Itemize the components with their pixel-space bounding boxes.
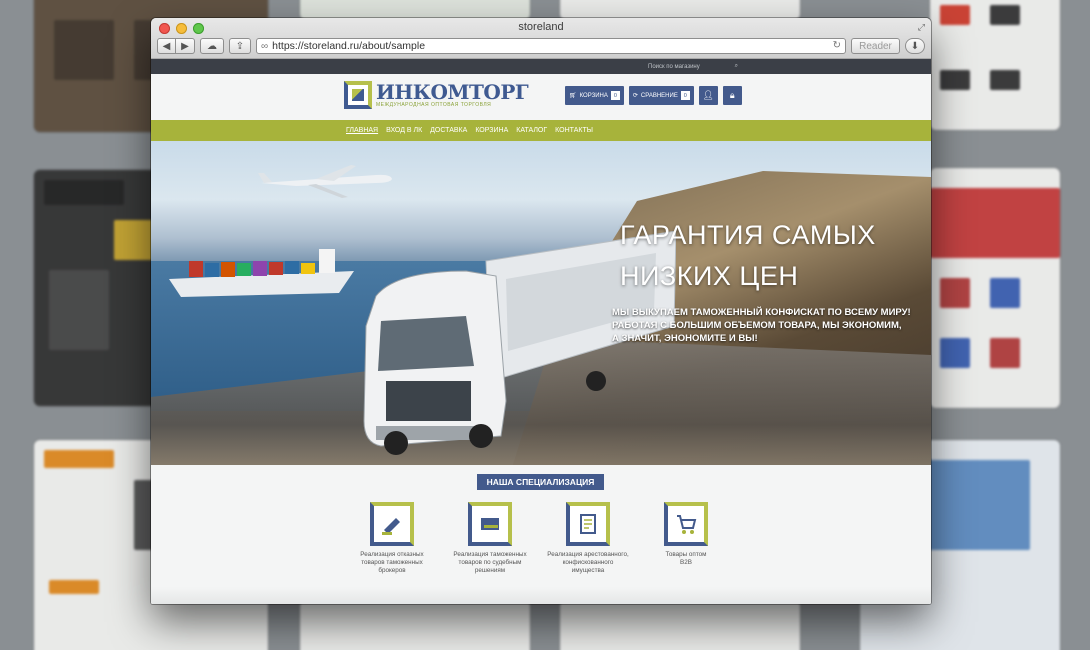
cart-button[interactable]: 🛒︎ КОРЗИНА 0 <box>565 86 624 105</box>
specialization-item-line-1: Реализация таможенных <box>453 551 527 558</box>
logo-mark-icon <box>344 81 372 109</box>
hero-banner[interactable]: ГАРАНТИЯ САМЫХ НИЗКИХ ЦЕН МЫ ВЫКУПАЕМ ТА… <box>151 141 931 465</box>
site-header: ИНКОМТОРГ МЕЖДУНАРОДНАЯ ОПТОВАЯ ТОРГОВЛЯ… <box>151 74 931 120</box>
specialization-item-line-1: Реализация арестованного, <box>547 551 629 558</box>
cart-icon <box>664 502 708 546</box>
account-button[interactable]: 👤︎ <box>698 86 718 105</box>
reader-button[interactable]: Reader <box>851 38 900 54</box>
specialization-item-line-2: B2B <box>680 559 692 566</box>
share-icon: ⇪ <box>235 40 245 52</box>
hero-subtitle-line-2: РАБОТАЯ С БОЛЬШИМ ОБЪЕМОМ ТОВАРА, МЫ ЭКО… <box>612 320 902 331</box>
fullscreen-icon[interactable]: ⤢ <box>918 22 925 33</box>
browser-toolbar: ◀ ▶ ☁ ⇪ ∞ https://storeland.ru/about/sam… <box>157 37 925 55</box>
gavel-icon <box>468 502 512 546</box>
thumbnail-site-4 <box>930 0 1060 130</box>
section-divider <box>151 587 931 604</box>
window-title: storeland <box>518 21 564 33</box>
back-button[interactable]: ◀ <box>157 38 176 54</box>
menu-item-catalog[interactable]: КАТАЛОГ <box>516 127 547 134</box>
compare-count: 0 <box>680 91 690 100</box>
compare-button[interactable]: ⟳ СРАВНЕНИЕ 0 <box>628 86 694 105</box>
hero-subtitle-line-3: А ЗНАЧИТ, ЭНОНОМИТЕ И ВЫ! <box>612 333 758 344</box>
airplane-illustration <box>258 165 392 198</box>
thumbnail-site-6 <box>930 168 1060 408</box>
menu-item-login[interactable]: ВХОД В ЛК <box>386 127 422 134</box>
stamp-icon <box>370 502 414 546</box>
reload-icon[interactable]: ↻ <box>833 40 841 51</box>
search-input[interactable]: Поиск по магазину <box>648 64 700 70</box>
specialization-item[interactable]: Реализация арестованного, конфискованног… <box>547 502 629 575</box>
specialization-item[interactable]: Товары оптом B2B <box>645 502 727 575</box>
specialization-item-line-1: Товары оптом <box>665 551 707 558</box>
url-text: https://storeland.ru/about/sample <box>272 40 426 52</box>
specialization-section: НАША СПЕЦИАЛИЗАЦИЯ Реализация отказных т… <box>151 465 931 604</box>
logo-name: ИНКОМТОРГ <box>376 80 529 104</box>
thumbnail-site-3 <box>560 0 800 20</box>
address-bar[interactable]: ∞ https://storeland.ru/about/sample ↻ <box>256 38 846 54</box>
cart-count: 0 <box>610 91 620 100</box>
main-menu: ГЛАВНАЯ ВХОД В ЛК ДОСТАВКА КОРЗИНА КАТАЛ… <box>151 120 931 141</box>
hero-title-line-1: ГАРАНТИЯ САМЫХ <box>620 220 876 250</box>
cart-label: КОРЗИНА <box>579 92 608 99</box>
cloud-icon: ☁ <box>207 40 217 52</box>
forward-button[interactable]: ▶ <box>176 38 195 54</box>
login-button[interactable]: 🔒︎ <box>722 86 742 105</box>
specialization-item-line-2: товаров по судебным <box>458 559 522 566</box>
browser-window: storeland ⤢ ◀ ▶ ☁ ⇪ ∞ https://storeland.… <box>151 18 931 604</box>
menu-item-cart[interactable]: КОРЗИНА <box>475 127 508 134</box>
nav-buttons: ◀ ▶ <box>157 38 195 54</box>
cargo-ship-illustration <box>169 249 354 297</box>
menu-item-delivery[interactable]: ДОСТАВКА <box>430 127 467 134</box>
compare-label: СРАВНЕНИЕ <box>640 92 678 99</box>
menu-item-contacts[interactable]: КОНТАКТЫ <box>555 127 593 134</box>
web-page: Поиск по магазину ⌕ ИНКОМТОРГ МЕЖДУНАРОД… <box>151 59 931 604</box>
link-icon: ∞ <box>261 40 269 52</box>
back-arrow-icon: ◀ <box>162 40 171 52</box>
thumbnail-site-9 <box>560 600 800 650</box>
thumbnail-site-2 <box>300 0 530 20</box>
lock-icon: 🔒︎ <box>729 90 735 100</box>
specialization-title: НАША СПЕЦИАЛИЗАЦИЯ <box>469 474 612 490</box>
specialization-item-line-3: брокеров <box>378 567 406 574</box>
hero-title: ГАРАНТИЯ САМЫХ НИЗКИХ ЦЕН <box>620 215 920 297</box>
hero-subtitle-line-1: МЫ ВЫКУПАЕМ ТАМОЖЕННЫЙ КОНФИСКАТ ПО ВСЕМ… <box>612 307 911 318</box>
downloads-button[interactable]: ⬇ <box>905 38 925 54</box>
title-bar: storeland ⤢ ◀ ▶ ☁ ⇪ ∞ https://storeland.… <box>151 18 931 59</box>
specialization-list: Реализация отказных товаров таможенных б… <box>351 502 727 575</box>
specialization-item-line-2: товаров таможенных <box>361 559 423 566</box>
refresh-icon: ⟳ <box>632 93 638 99</box>
icloud-button[interactable]: ☁ <box>200 38 224 54</box>
search-icon[interactable]: ⌕ <box>735 63 738 70</box>
header-buttons: 🛒︎ КОРЗИНА 0 ⟳ СРАВНЕНИЕ 0 👤︎ 🔒︎ <box>565 86 742 105</box>
site-logo[interactable]: ИНКОМТОРГ МЕЖДУНАРОДНАЯ ОПТОВАЯ ТОРГОВЛЯ <box>344 80 529 109</box>
site-search[interactable]: Поиск по магазину ⌕ <box>648 61 738 72</box>
forward-arrow-icon: ▶ <box>181 40 189 52</box>
site-topbar: Поиск по магазину ⌕ <box>151 59 931 74</box>
user-icon: 👤︎ <box>702 90 715 100</box>
hero-title-line-2: НИЗКИХ ЦЕН <box>620 261 799 291</box>
specialization-item[interactable]: Реализация таможенных товаров по судебны… <box>449 502 531 575</box>
specialization-item[interactable]: Реализация отказных товаров таможенных б… <box>351 502 433 575</box>
thumbnail-site-8 <box>300 600 530 650</box>
document-icon <box>566 502 610 546</box>
cart-icon: 🛒︎ <box>569 93 577 99</box>
specialization-item-line-1: Реализация отказных <box>360 551 424 558</box>
menu-item-home[interactable]: ГЛАВНАЯ <box>346 127 378 134</box>
download-icon: ⬇ <box>910 40 920 52</box>
specialization-item-line-2: конфискованного имущества <box>562 559 614 574</box>
hero-subtitle: МЫ ВЫКУПАЕМ ТАМОЖЕННЫЙ КОНФИСКАТ ПО ВСЕМ… <box>612 306 912 345</box>
specialization-item-line-3: решениям <box>474 567 506 574</box>
share-button[interactable]: ⇪ <box>229 38 251 54</box>
